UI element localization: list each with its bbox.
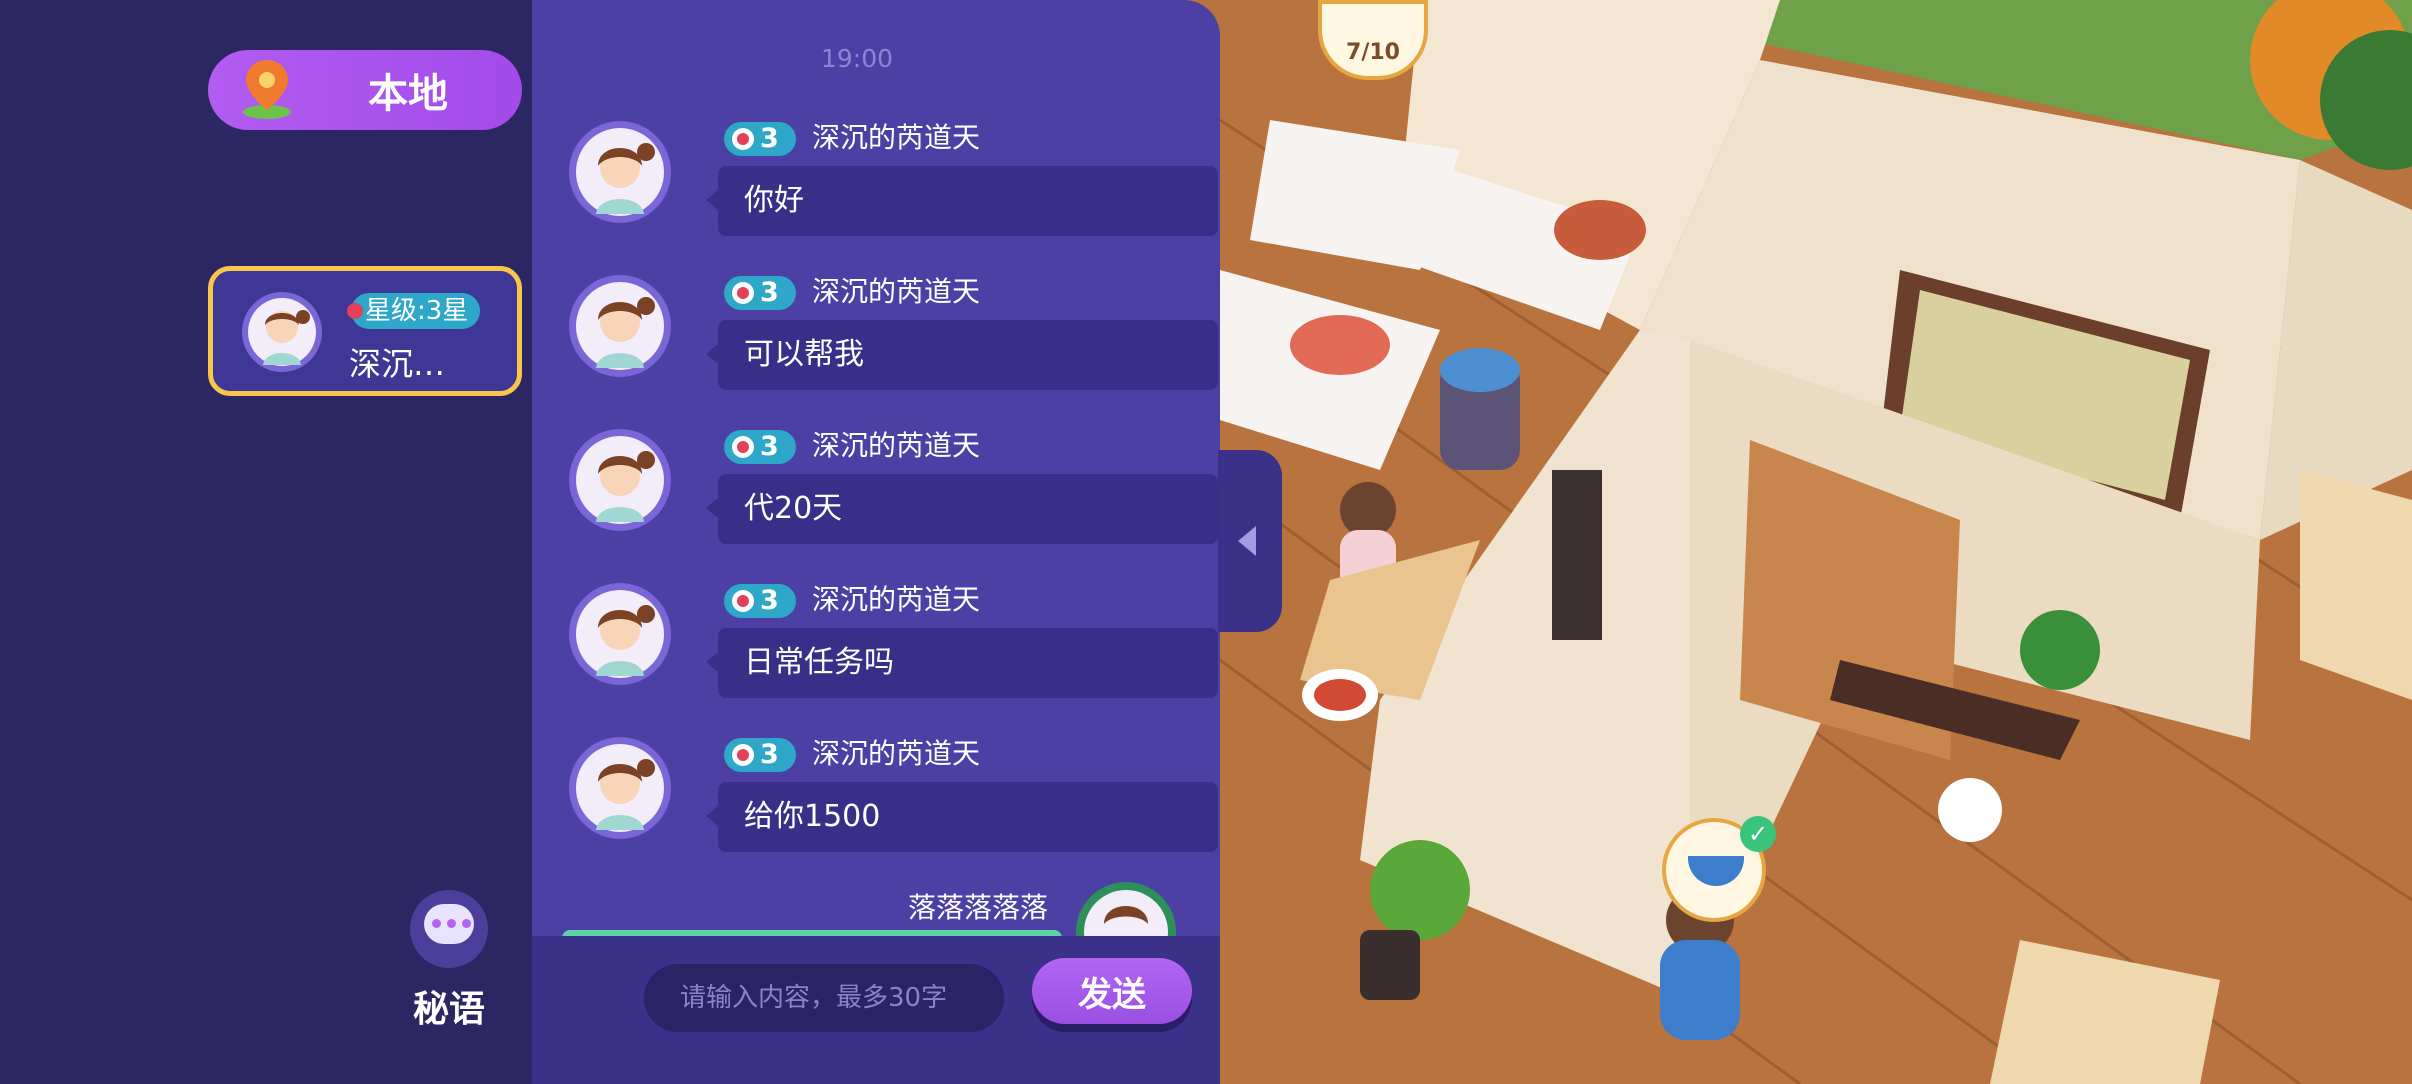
contact-name: 深沉… — [349, 345, 446, 383]
sender-name: 深沉的芮道天 — [812, 583, 981, 616]
sender-name: 深沉的芮道天 — [812, 737, 981, 770]
send-button[interactable]: 发送 — [1032, 958, 1192, 1024]
message-bubble: 日常任务吗 — [706, 628, 1218, 698]
order-progress-text: 7/10 — [1346, 40, 1400, 65]
whisper-button[interactable]: 秘语 — [406, 890, 492, 1032]
message-text: 日常任务吗 — [744, 645, 894, 680]
sender-name: 深沉的芮道天 — [812, 275, 981, 308]
location-pin-icon — [243, 60, 291, 119]
chevron-left-icon — [1238, 526, 1256, 556]
collapse-chat-button[interactable] — [1218, 450, 1282, 632]
chat-message[interactable]: 3 深沉的芮道天可以帮我 — [568, 274, 1218, 404]
level-number: 3 — [760, 431, 779, 462]
check-icon: ✓ — [1740, 816, 1776, 852]
contact-level-badge: 星级:3星 — [346, 293, 481, 329]
self-sender-name: 落落落落落 — [907, 891, 1048, 924]
flower-icon — [732, 744, 754, 766]
message-bubble: 可以帮我 — [706, 320, 1218, 390]
avatar — [569, 429, 671, 531]
flower-icon — [732, 436, 754, 458]
sender-name: 深沉的芮道天 — [812, 429, 981, 462]
message-text: 给你1500 — [744, 799, 881, 834]
self-avatar — [1076, 882, 1176, 940]
level-badge: 3 — [724, 430, 796, 464]
message-bubble: 你好 — [706, 166, 1218, 236]
channel-tab-local[interactable]: 本地 — [208, 50, 522, 130]
message-bubble: 给你1500 — [706, 782, 1218, 852]
level-badge: 3 — [724, 122, 796, 156]
level-number: 3 — [760, 277, 779, 308]
message-text: 你好 — [744, 183, 804, 218]
flower-icon — [732, 128, 754, 150]
level-badge: 3 — [724, 276, 796, 310]
chat-message[interactable]: 3 深沉的芮道天代20天 — [568, 428, 1218, 558]
avatar — [569, 121, 671, 223]
chat-message[interactable]: 3 深沉的芮道天日常任务吗 — [568, 582, 1218, 712]
avatar — [569, 737, 671, 839]
sender-name: 深沉的芮道天 — [812, 121, 981, 154]
tea-order-bubble[interactable]: ✓ — [1662, 816, 1776, 922]
chat-panel: 19:00 3 深沉的芮道天 你好 3 深沉的芮道天 可以帮我 3 深沉的芮道天 代20天 3 深沉… — [532, 0, 1220, 1084]
level-badge: 3 — [724, 584, 796, 618]
chat-sidebar: 本地 星级:3星 深沉… 秘语 — [0, 0, 532, 1084]
flower-icon — [732, 590, 754, 612]
channel-tab-label: 本地 — [368, 71, 448, 117]
flower-icon — [732, 282, 754, 304]
level-number: 3 — [760, 585, 779, 616]
whisper-label: 秘语 — [412, 989, 485, 1030]
avatar — [569, 275, 671, 377]
chat-timestamp: 19:00 — [820, 44, 894, 73]
level-number: 3 — [760, 123, 779, 154]
message-bubble: 代20天 — [706, 474, 1218, 544]
level-number: 3 — [760, 739, 779, 770]
chat-input-bar: 发送 — [532, 936, 1220, 1084]
message-input[interactable] — [644, 964, 1004, 1032]
message-text: 代20天 — [744, 491, 843, 526]
chat-message[interactable]: 3 深沉的芮道天 你好 — [568, 120, 1218, 250]
contact-card-selected[interactable]: 星级:3星 深沉… — [208, 266, 522, 396]
avatar — [569, 583, 671, 685]
avatar — [242, 292, 322, 372]
chat-message[interactable]: 3 深沉的芮道天给你1500 — [568, 736, 1218, 866]
teacup-icon — [1688, 856, 1744, 886]
self-message: 落落落落落 — [532, 880, 1220, 940]
chat-bubble-icon — [410, 890, 488, 968]
level-badge: 3 — [724, 738, 796, 772]
message-text: 可以帮我 — [744, 337, 864, 372]
